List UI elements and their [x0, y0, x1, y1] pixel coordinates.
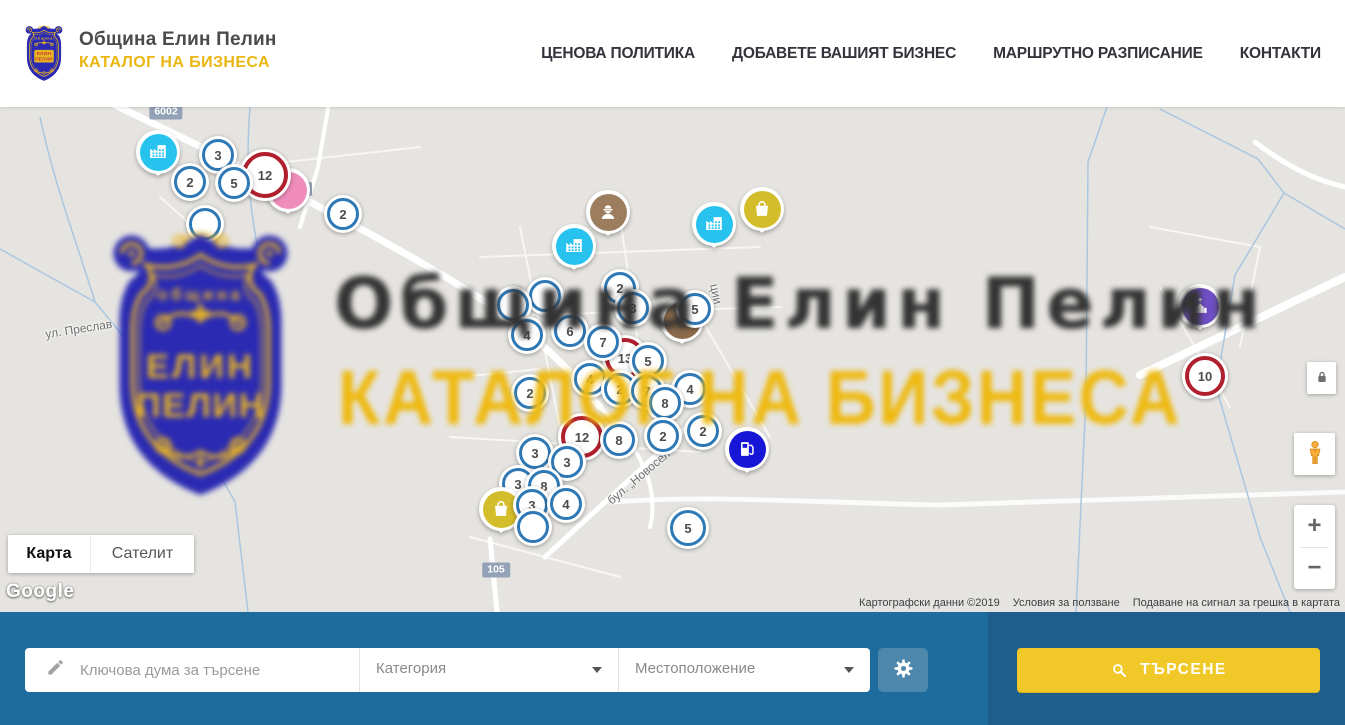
location-dropdown[interactable]: Местоположение — [619, 648, 870, 692]
factory-pin[interactable] — [692, 202, 736, 260]
site-logo[interactable]: община ЕЛИН ПЕЛИН Община Елин Пелин КАТА… — [20, 22, 277, 84]
lock-icon — [1314, 369, 1330, 388]
gear-icon — [892, 657, 915, 683]
nav-add-your-business[interactable]: ДОБАВЕТЕ ВАШИЯТ БИЗНЕС — [732, 45, 956, 63]
map-type-satellite-button[interactable]: Сателит — [90, 535, 194, 573]
search-bar: Категория Местоположение — [0, 612, 1345, 725]
cluster-count: 5 — [218, 167, 250, 199]
svg-text:ЕЛИН: ЕЛИН — [146, 348, 255, 386]
cluster-marker[interactable] — [514, 508, 552, 546]
page: община ЕЛИН ПЕЛИН Община Елин Пелин КАТА… — [0, 0, 1345, 725]
site-header: община ЕЛИН ПЕЛИН Община Елин Пелин КАТА… — [0, 0, 1345, 107]
chevron-down-icon — [592, 667, 602, 673]
map-type-map-button[interactable]: Карта — [8, 535, 90, 573]
factory-icon — [556, 228, 593, 265]
watermark-crest: община ЕЛИН ПЕЛИН — [84, 216, 317, 510]
main-nav: ЦЕНОВА ПОЛИТИКА ДОБАВЕТЕ ВАШИЯТ БИЗНЕС М… — [541, 0, 1321, 107]
shopping-bag-pin[interactable] — [740, 187, 784, 245]
nav-pricing-policy[interactable]: ЦЕНОВА ПОЛИТИКА — [541, 45, 695, 63]
pegman-button[interactable] — [1294, 433, 1335, 475]
map-attribution: Картографски данни ©2019 Условия за полз… — [859, 597, 1340, 609]
lock-button[interactable] — [1307, 362, 1336, 394]
cluster-marker[interactable]: 10 — [1182, 353, 1228, 399]
site-title: Община Елин Пелин — [79, 29, 277, 51]
cluster-count: 2 — [174, 166, 206, 198]
google-logo[interactable]: Google — [6, 581, 74, 603]
pin-body — [552, 224, 596, 268]
cluster-count: 10 — [1185, 356, 1225, 396]
shopping-bag-icon — [744, 191, 781, 228]
pin-body — [136, 130, 180, 174]
cluster-marker[interactable]: 4 — [547, 485, 585, 523]
watermark-subtitle: КАТАЛОГ НА БИЗНЕСА — [338, 354, 1182, 443]
site-subtitle: КАТАЛОГ НА БИЗНЕСА — [79, 54, 277, 72]
municipality-crest-logo: община ЕЛИН ПЕЛИН — [20, 22, 68, 84]
category-dropdown[interactable]: Категория — [360, 648, 619, 692]
category-label: Категория — [376, 660, 446, 677]
chevron-down-icon — [844, 667, 854, 673]
factory-icon — [140, 134, 177, 171]
logo-text: Община Елин Пелин КАТАЛОГ НА БИЗНЕСА — [79, 22, 277, 84]
svg-text:ЕЛИН: ЕЛИН — [37, 51, 52, 57]
search-fields: Категория Местоположение — [25, 648, 870, 692]
map-type-control: Карта Сателит — [8, 535, 194, 573]
pin-body — [740, 187, 784, 231]
cluster-count: 4 — [550, 488, 582, 520]
keyword-input[interactable] — [78, 661, 332, 680]
nav-route-schedule[interactable]: МАРШРУТНО РАЗПИСАНИЕ — [993, 45, 1203, 63]
svg-text:ПЕЛИН: ПЕЛИН — [136, 387, 265, 425]
factory-icon — [696, 206, 733, 243]
cluster-count: 2 — [327, 198, 359, 230]
svg-text:община: община — [35, 37, 53, 41]
pin-body — [692, 202, 736, 246]
cluster-count: 5 — [670, 510, 706, 546]
settings-button[interactable] — [878, 648, 928, 692]
cluster-marker[interactable]: 2 — [324, 195, 362, 233]
zoom-control: + − — [1294, 505, 1335, 589]
search-icon — [1110, 661, 1128, 679]
attribution-report-error-link[interactable]: Подаване на сигнал за грешка в картата — [1133, 597, 1340, 609]
svg-text:община: община — [158, 286, 244, 304]
attribution-copyright: Картографски данни ©2019 — [859, 597, 1000, 609]
cluster-marker[interactable]: 5 — [667, 507, 709, 549]
cluster-marker[interactable]: 5 — [215, 164, 253, 202]
watermark-title: Община Елин Пелин — [334, 263, 1266, 345]
attribution-terms-link[interactable]: Условия за ползване — [1013, 597, 1120, 609]
cluster-marker[interactable]: 2 — [171, 163, 209, 201]
zoom-out-button[interactable]: − — [1294, 548, 1335, 590]
cluster-count — [517, 511, 549, 543]
zoom-in-button[interactable]: + — [1294, 505, 1335, 547]
pencil-icon — [46, 658, 65, 682]
pegman-icon — [1301, 439, 1329, 470]
keyword-field[interactable] — [25, 648, 360, 692]
svg-text:ПЕЛИН: ПЕЛИН — [35, 56, 53, 62]
search-button[interactable]: ТЪРСЕНЕ — [1017, 648, 1320, 692]
location-label: Местоположение — [635, 660, 755, 677]
search-button-label: ТЪРСЕНЕ — [1140, 661, 1226, 679]
nav-contacts[interactable]: КОНТАКТИ — [1240, 45, 1321, 63]
map-canvas[interactable]: 6002105 ул. Преславбул. „Новоселции 12 2… — [0, 107, 1345, 612]
